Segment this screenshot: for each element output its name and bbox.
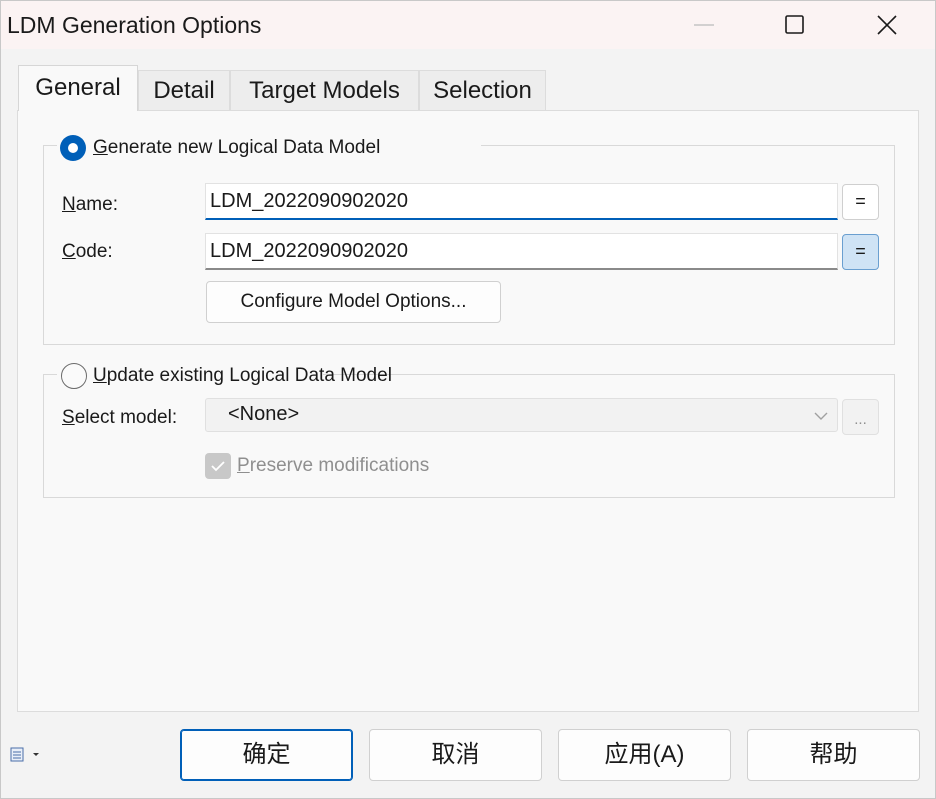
- mnemonic-letter: G: [93, 137, 108, 158]
- window-title: LDM Generation Options: [7, 12, 262, 38]
- generate-new-label[interactable]: Generate new Logical Data Model: [93, 137, 380, 159]
- tab-general[interactable]: General: [18, 65, 138, 111]
- apply-button[interactable]: 应用(A): [558, 729, 731, 781]
- select-model-label: Select model:: [62, 407, 177, 429]
- update-existing-radio[interactable]: [61, 363, 87, 389]
- code-equals-button[interactable]: =: [842, 234, 879, 270]
- close-button[interactable]: [864, 1, 910, 49]
- mnemonic-letter: C: [62, 241, 76, 262]
- browse-model-button[interactable]: ...: [842, 399, 879, 435]
- tab-label: Detail: [153, 77, 215, 104]
- code-field[interactable]: LDM_2022090902020: [205, 233, 838, 270]
- code-value: LDM_2022090902020: [210, 240, 408, 262]
- code-label: Code:: [62, 241, 113, 263]
- generate-new-radio[interactable]: [60, 135, 86, 161]
- close-icon: [877, 15, 897, 35]
- minimize-button[interactable]: [681, 1, 727, 49]
- mnemonic-letter: N: [62, 194, 76, 215]
- name-equals-button[interactable]: =: [842, 184, 879, 220]
- label-text: ode:: [75, 241, 113, 262]
- ok-button[interactable]: 确定: [180, 729, 353, 781]
- label-text: enerate new Logical Data Model: [107, 137, 381, 158]
- help-button[interactable]: 帮助: [747, 729, 920, 781]
- configure-model-options-button[interactable]: Configure Model Options...: [206, 281, 501, 323]
- maximize-button[interactable]: [772, 1, 818, 49]
- tab-label: Target Models: [249, 77, 400, 104]
- tab-detail[interactable]: Detail: [138, 70, 230, 111]
- tab-label: General: [35, 74, 121, 101]
- tab-label: Selection: [433, 77, 532, 104]
- label-text: elect model:: [74, 407, 178, 428]
- mnemonic-letter: P: [237, 455, 250, 476]
- tab-selection[interactable]: Selection: [419, 70, 546, 111]
- preserve-modifications-checkbox[interactable]: [205, 453, 231, 479]
- mnemonic-letter: S: [62, 407, 75, 428]
- label-text: pdate existing Logical Data Model: [106, 365, 392, 386]
- checkmark-icon: [211, 461, 225, 472]
- layout-menu-button[interactable]: [9, 745, 43, 765]
- label-text: ame:: [75, 194, 118, 215]
- layout-list-icon: [10, 747, 39, 762]
- dialog-window: LDM Generation Options General Detail Ta…: [0, 0, 936, 799]
- title-bar: LDM Generation Options: [1, 1, 935, 49]
- label-text: reserve modifications: [249, 455, 430, 476]
- update-existing-label[interactable]: Update existing Logical Data Model: [93, 365, 392, 387]
- name-value: LDM_2022090902020: [210, 190, 408, 212]
- cancel-button[interactable]: 取消: [369, 729, 542, 781]
- select-model-value: <None>: [228, 403, 300, 425]
- tab-target-models[interactable]: Target Models: [230, 70, 419, 111]
- maximize-icon: [785, 15, 804, 34]
- name-label: Name:: [62, 194, 118, 216]
- select-model-dropdown[interactable]: <None>: [205, 398, 838, 432]
- mnemonic-letter: U: [93, 365, 107, 386]
- preserve-modifications-label[interactable]: Preserve modifications: [237, 455, 429, 477]
- chevron-down-icon: [814, 412, 828, 420]
- minimize-icon: [694, 24, 714, 26]
- update-existing-group: [43, 374, 895, 498]
- name-field[interactable]: LDM_2022090902020: [205, 183, 838, 220]
